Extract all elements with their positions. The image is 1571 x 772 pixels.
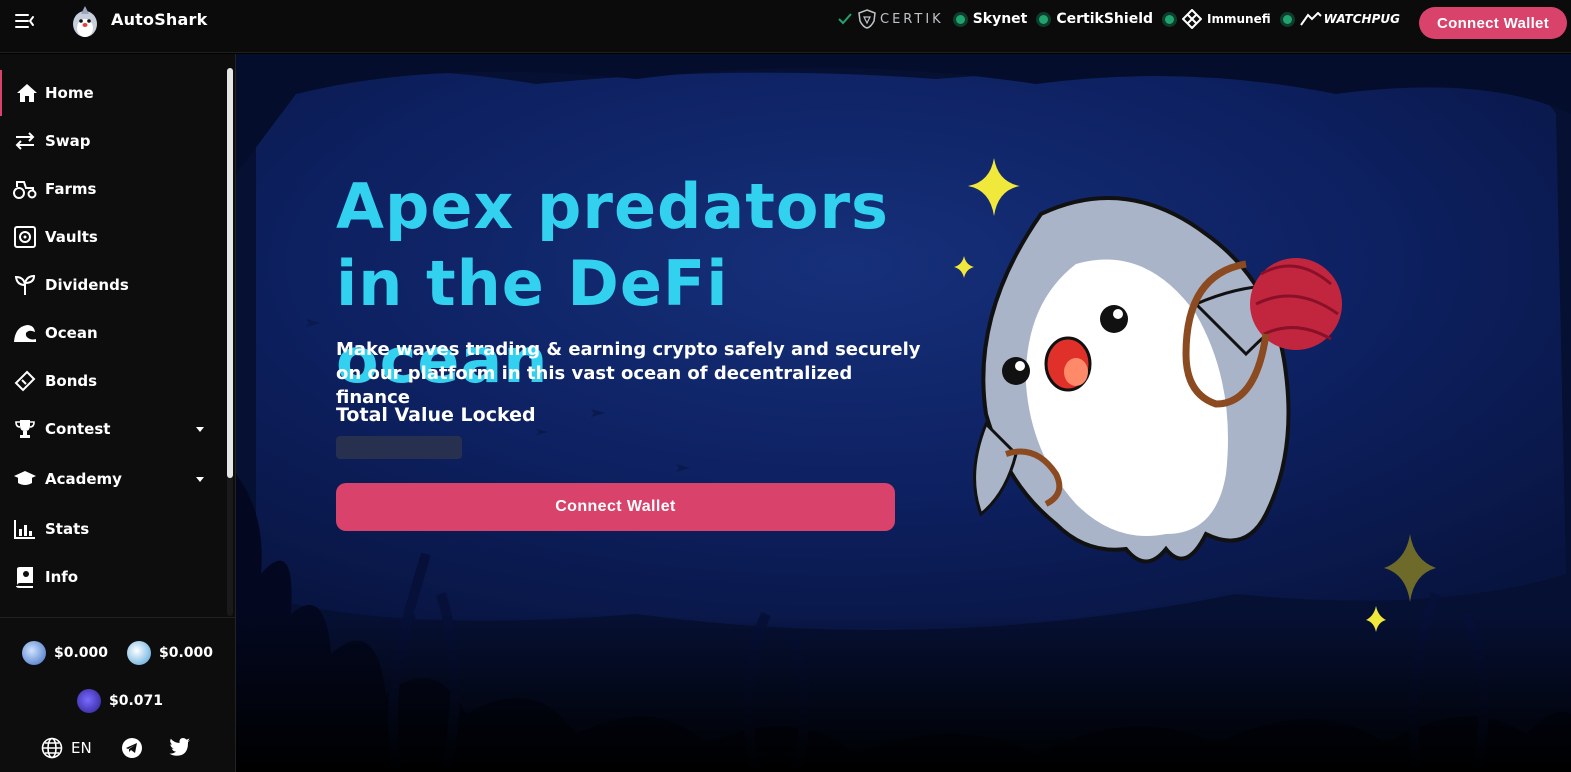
price-finn[interactable]: $0.000 — [127, 641, 213, 665]
audit-badges: CERTIK Skynet CertikShield Immunefi WATC… — [838, 8, 1412, 30]
wave-icon — [13, 321, 37, 345]
sidebar-scrollbar-thumb[interactable] — [227, 68, 233, 478]
sidebar-item-label: Home — [45, 84, 94, 102]
vault-icon — [13, 225, 37, 249]
immunefi-icon — [1182, 9, 1203, 29]
audit-watchpug-label: WATCHPUG — [1323, 12, 1400, 26]
language-selector[interactable]: EN — [41, 737, 92, 759]
twitter-icon[interactable] — [169, 737, 191, 759]
sidebar-item-vaults[interactable]: Vaults — [0, 214, 226, 260]
sidebar-item-dividends[interactable]: Dividends — [0, 262, 226, 308]
sidebar-item-label: Stats — [45, 520, 90, 538]
watchpug-icon — [1299, 12, 1322, 26]
connect-wallet-button[interactable]: Connect Wallet — [1419, 7, 1567, 39]
sidebar-footer: $0.000 $0.000 $0.071 EN — [0, 617, 235, 772]
shark-mascot-illustration — [973, 196, 1342, 564]
tvl-label: Total Value Locked — [336, 404, 536, 426]
swap-icon — [13, 129, 37, 153]
chevron-down-icon — [196, 476, 204, 482]
sidebar-item-label: Vaults — [45, 228, 98, 246]
sidebar-item-ocean[interactable]: Ocean — [0, 310, 226, 356]
audit-certikshield[interactable]: CertikShield — [1039, 11, 1153, 27]
audit-immunefi-label: Immunefi — [1207, 12, 1271, 26]
language-label: EN — [71, 739, 92, 757]
brand-name[interactable]: AutoShark — [111, 10, 207, 29]
sidebar-item-farms[interactable]: Farms — [0, 166, 226, 212]
hero-connect-wallet-button[interactable]: Connect Wallet — [336, 483, 895, 531]
sidebar-item-label: Farms — [45, 180, 97, 198]
info-book-icon — [13, 565, 37, 589]
finn-coin-icon — [127, 641, 151, 665]
audit-certikshield-label: CertikShield — [1056, 11, 1154, 27]
hero-subtext: Make waves trading & earning crypto safe… — [336, 339, 921, 408]
check-icon — [838, 13, 852, 25]
home-icon — [15, 81, 39, 105]
sidebar-item-contest[interactable]: Contest — [0, 406, 226, 452]
status-dot — [1165, 14, 1175, 24]
top-bar: AutoShark CERTIK Skynet CertikShield Imm… — [0, 0, 1571, 53]
price-jaws[interactable]: $0.000 — [22, 641, 108, 665]
sidebar-item-bonds[interactable]: Bonds — [0, 358, 226, 404]
sidebar-item-info[interactable]: Info — [0, 554, 226, 600]
globe-icon — [41, 737, 63, 759]
price-value: $0.000 — [159, 645, 214, 661]
sidebar-item-label: Academy — [45, 470, 122, 488]
status-dot — [1282, 14, 1292, 24]
sidebar-item-swap[interactable]: Swap — [0, 118, 226, 164]
sidebar-item-home[interactable]: Home — [0, 70, 226, 116]
sidebar: Home Swap Farms Vaults Dividends Ocean B… — [0, 54, 236, 772]
price-value: $0.000 — [54, 645, 109, 661]
audit-skynet-label: Skynet — [972, 11, 1028, 27]
audit-certik-label: CERTIK — [880, 11, 944, 27]
price-shark[interactable]: $0.071 — [77, 689, 163, 713]
shark-coin-icon — [77, 689, 101, 713]
sprout-icon — [13, 273, 37, 297]
audit-skynet[interactable]: Skynet — [955, 11, 1028, 27]
menu-toggle-icon[interactable] — [14, 11, 36, 31]
sidebar-item-label: Contest — [45, 420, 111, 438]
sidebar-item-academy[interactable]: Academy — [0, 456, 226, 502]
autoshark-logo[interactable] — [68, 4, 102, 38]
sidebar-item-label: Info — [45, 568, 79, 586]
certik-shield-icon — [858, 9, 876, 29]
price-value: $0.071 — [109, 693, 164, 709]
bar-chart-icon — [13, 517, 37, 541]
audit-immunefi[interactable]: Immunefi — [1165, 9, 1271, 29]
audit-certik[interactable]: CERTIK — [838, 9, 944, 29]
graduation-cap-icon — [13, 467, 37, 491]
status-dot — [1039, 14, 1049, 24]
sidebar-item-label: Dividends — [45, 276, 129, 294]
sidebar-item-stats[interactable]: Stats — [0, 506, 226, 552]
ticket-icon — [13, 369, 37, 393]
hero-section: Apex predators in the DeFi ocean Make wa… — [236, 54, 1571, 772]
tvl-value-loading — [336, 436, 462, 459]
status-dot — [955, 14, 965, 24]
sidebar-item-label: Ocean — [45, 324, 98, 342]
sidebar-item-label: Swap — [45, 132, 91, 150]
chevron-down-icon — [196, 426, 204, 432]
tractor-icon — [13, 177, 37, 201]
sidebar-nav: Home Swap Farms Vaults Dividends Ocean B… — [0, 54, 236, 616]
audit-watchpug[interactable]: WATCHPUG — [1282, 12, 1400, 26]
sidebar-item-label: Bonds — [45, 372, 98, 390]
jaws-coin-icon — [22, 641, 46, 665]
telegram-icon[interactable] — [121, 737, 143, 759]
trophy-icon — [13, 417, 37, 441]
